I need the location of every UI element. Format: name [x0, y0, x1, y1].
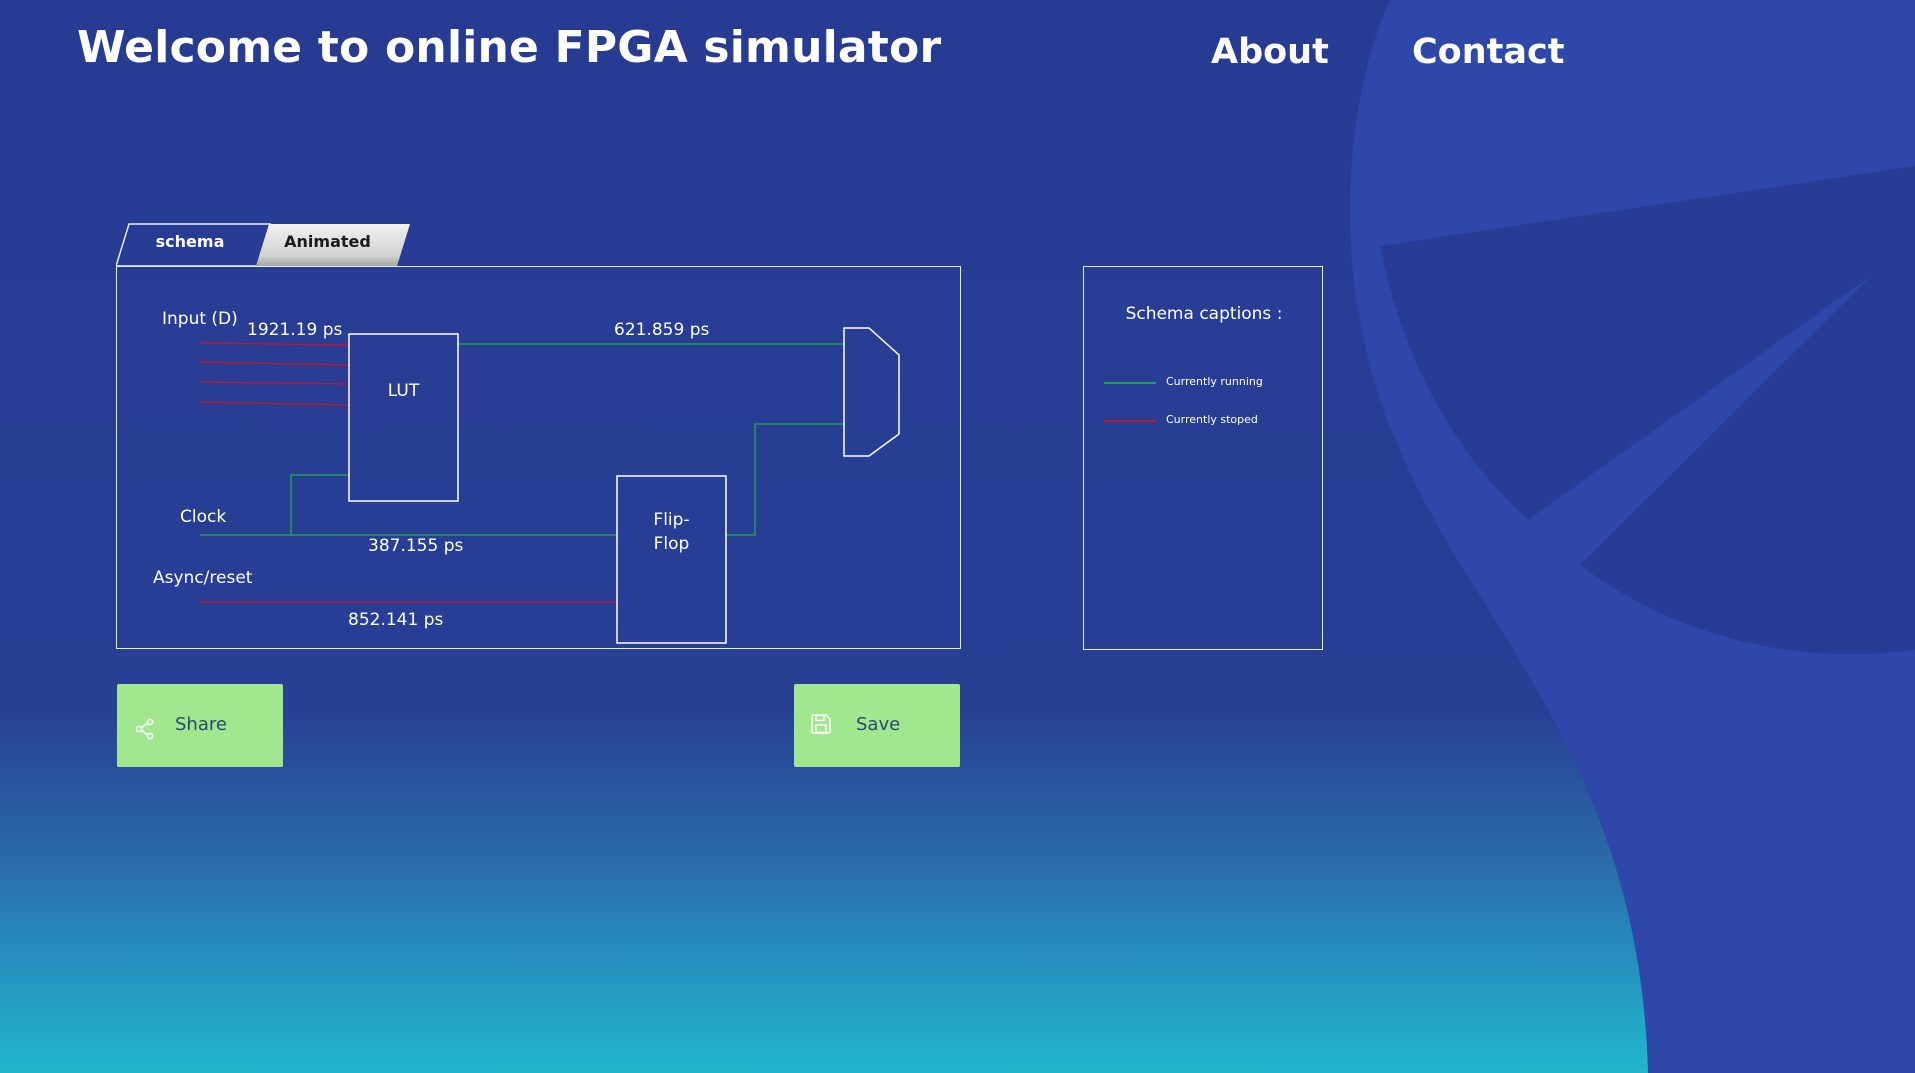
flipflop-to-mux-wire	[726, 423, 844, 536]
save-button-label: Save	[856, 714, 901, 735]
flipflop-label-line1: Flip-	[653, 510, 690, 530]
input-wire-1	[199, 342, 350, 346]
mux-block	[843, 327, 900, 457]
lut-label: LUT	[387, 381, 420, 401]
share-button-label: Share	[175, 714, 227, 735]
legend-stopped-swatch	[1104, 420, 1156, 422]
lut-block	[348, 333, 459, 502]
clock-to-lut-wire	[290, 474, 349, 535]
clock-timing: 387.155 ps	[368, 536, 464, 556]
captions-panel: Schema captions : Currently running Curr…	[1083, 266, 1323, 650]
input-label: Input (D)	[162, 309, 238, 329]
input-wire-2	[199, 361, 350, 366]
clock-label: Clock	[180, 507, 227, 527]
share-button[interactable]: Share	[117, 684, 283, 767]
legend-stopped-label: Currently stoped	[1166, 413, 1258, 426]
save-button[interactable]: Save	[794, 684, 960, 767]
lut-output-timing: 621.859 ps	[614, 320, 710, 340]
tab-animated[interactable]: Animated	[265, 232, 390, 251]
nav-contact-link[interactable]: Contact	[1412, 32, 1564, 72]
floppy-disk-icon	[811, 714, 831, 734]
page-title: Welcome to online FPGA simulator	[77, 22, 942, 73]
flipflop-label-line2: Flop	[653, 534, 690, 554]
schema-panel: Input (D) 1921.19 ps 621.859 ps LUT Cloc…	[116, 266, 961, 649]
tab-schema[interactable]: schema	[130, 232, 250, 251]
schema-diagram	[199, 327, 900, 644]
legend-running-label: Currently running	[1166, 375, 1263, 388]
nav-about-link[interactable]: About	[1211, 32, 1329, 72]
flipflop-block	[616, 475, 727, 644]
share-icon	[135, 718, 154, 740]
reset-timing: 852.141 ps	[348, 610, 444, 630]
legend-running-swatch	[1104, 382, 1156, 384]
input-wire-4	[199, 401, 350, 406]
input-wire-3	[199, 381, 350, 385]
input-timing: 1921.19 ps	[247, 320, 343, 340]
async-reset-label: Async/reset	[153, 568, 253, 588]
captions-title: Schema captions :	[1125, 304, 1283, 324]
